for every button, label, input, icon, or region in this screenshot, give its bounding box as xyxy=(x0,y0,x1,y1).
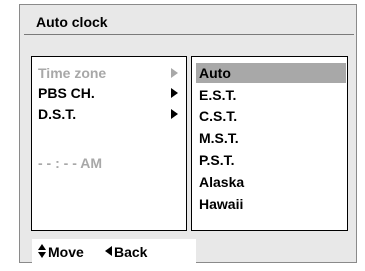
menu-item-time-zone[interactable]: Time zone xyxy=(38,65,106,81)
time-zone-arrow-icon xyxy=(171,68,178,78)
menu-item-pbs-ch[interactable]: PBS CH. xyxy=(38,85,95,101)
option-hawaii[interactable]: Hawaii xyxy=(196,196,346,212)
down-arrow-icon xyxy=(38,252,46,258)
back-arrow-icon xyxy=(105,246,112,256)
up-down-arrows-icon xyxy=(38,243,46,259)
up-arrow-icon xyxy=(38,244,46,250)
settings-list-box xyxy=(31,56,187,231)
dst-arrow-icon xyxy=(171,109,178,119)
option-est[interactable]: E.S.T. xyxy=(196,87,346,103)
option-pst[interactable]: P.S.T. xyxy=(196,152,346,168)
option-alaska[interactable]: Alaska xyxy=(196,174,346,190)
option-auto[interactable]: Auto xyxy=(196,63,346,83)
back-hint-label: Back xyxy=(114,244,148,260)
clock-time-display: - - : - - AM xyxy=(38,155,103,171)
move-hint-label: Move xyxy=(48,244,84,260)
title-divider xyxy=(24,34,354,35)
option-cst[interactable]: C.S.T. xyxy=(196,108,346,124)
menu-item-dst[interactable]: D.S.T. xyxy=(38,106,76,122)
menu-title: Auto clock xyxy=(36,14,108,30)
option-mst[interactable]: M.S.T. xyxy=(196,130,346,146)
pbs-ch-arrow-icon xyxy=(171,88,178,98)
footer-help-bar: Move Back xyxy=(32,239,196,263)
